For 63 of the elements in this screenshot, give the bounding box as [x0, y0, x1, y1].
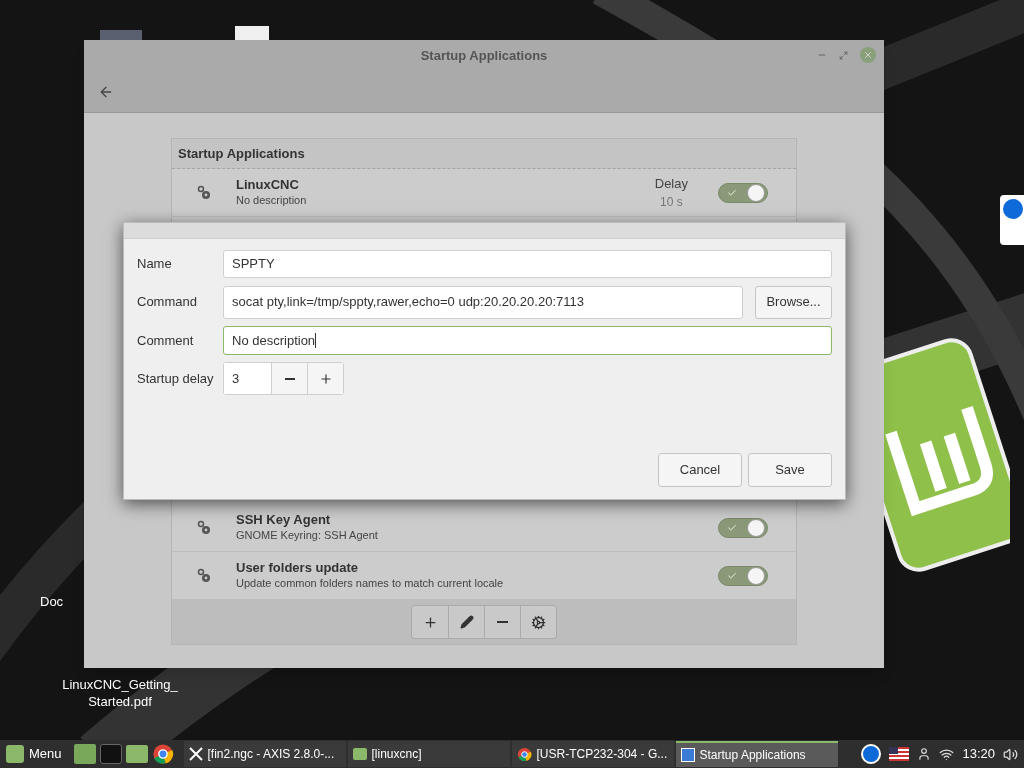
- app-name: User folders update: [236, 560, 360, 576]
- gear-icon: [531, 614, 546, 630]
- toggle-switch[interactable]: [718, 517, 768, 538]
- toggle-switch[interactable]: [718, 565, 768, 586]
- check-icon: [727, 187, 737, 198]
- check-icon: [727, 570, 737, 581]
- check-icon: [727, 522, 737, 533]
- field-label: Comment: [137, 331, 195, 350]
- taskbar-window-button[interactable]: [linuxcnc]: [347, 741, 510, 767]
- x-logo-icon: [188, 747, 203, 761]
- window-icon: [680, 748, 695, 762]
- gears-icon: [197, 519, 211, 536]
- toggle-switch[interactable]: [718, 182, 768, 203]
- logo-icon: [6, 745, 24, 763]
- field-label: Startup delay: [137, 369, 215, 388]
- comment-field[interactable]: No description: [223, 326, 832, 355]
- flag-icon[interactable]: [889, 747, 910, 761]
- menu-button[interactable]: Menu: [2, 741, 66, 767]
- gears-icon: [197, 184, 211, 201]
- app-description: Update common folders names to match current locale: [236, 576, 505, 591]
- folder-icon[interactable]: [125, 745, 148, 763]
- folder-icon: [352, 748, 367, 760]
- pencil-icon: [459, 615, 474, 629]
- app-name: SSH Key Agent: [236, 512, 332, 528]
- app-name: LinuxCNC: [236, 177, 300, 193]
- list-header: Startup Applications: [178, 144, 305, 163]
- remote-app-icon[interactable]: [861, 744, 882, 764]
- clock[interactable]: 13:20: [962, 744, 995, 764]
- command-field[interactable]: socat pty,link=/tmp/sppty,rawer,echo=0 udp:20.20.20.20:7113: [223, 285, 743, 319]
- minus-icon: [497, 621, 508, 623]
- delay-label: Delay: [654, 174, 688, 193]
- desktop-icon-label: Started.pdf: [88, 693, 152, 710]
- name-field[interactable]: SPPTY: [223, 250, 832, 278]
- taskbar-window-button[interactable]: [USR-TCP232-304 - G...: [511, 741, 674, 767]
- desktop-icon-label: LinuxCNC_Getting_: [62, 676, 178, 693]
- volume-icon[interactable]: [1003, 746, 1018, 762]
- plus-icon: [422, 614, 438, 630]
- launcher-icon[interactable]: [73, 744, 96, 764]
- taskbar-window-button[interactable]: Startup Applications: [675, 741, 838, 767]
- delay-value: 10 s: [660, 194, 683, 212]
- app-row[interactable]: User folders update Update common folders names to match current locale: [172, 552, 796, 600]
- taskbar-window-button[interactable]: [fin2.ngc - AXIS 2.8.0-...: [183, 741, 346, 767]
- app-row[interactable]: SSH Key Agent GNOME Keyring: SSH Agent: [172, 504, 796, 552]
- dialog-button[interactable]: Save: [748, 453, 832, 487]
- app-description: GNOME Keyring: SSH Agent: [236, 528, 379, 543]
- browser-icon: [516, 746, 532, 762]
- field-label: Name: [137, 255, 173, 274]
- desktop-icon-label: Doc: [40, 593, 64, 611]
- app-description: No description: [236, 193, 308, 208]
- field-label: Command: [137, 293, 198, 312]
- app-row[interactable]: LinuxCNC No description Delay 10 s: [172, 169, 796, 217]
- user-icon[interactable]: [917, 747, 932, 761]
- back-icon[interactable]: [98, 84, 114, 100]
- window-title: Startup Applications: [420, 47, 548, 66]
- close-button[interactable]: [860, 47, 876, 63]
- close-icon: [863, 50, 873, 60]
- dialog-button[interactable]: Cancel: [658, 453, 742, 487]
- browse-button[interactable]: Browse...: [755, 285, 832, 319]
- terminal-icon[interactable]: [99, 744, 122, 764]
- maximize-icon[interactable]: [839, 50, 848, 60]
- gears-icon: [197, 567, 211, 584]
- browser-icon[interactable]: [151, 743, 174, 765]
- wifi-icon[interactable]: [939, 746, 955, 762]
